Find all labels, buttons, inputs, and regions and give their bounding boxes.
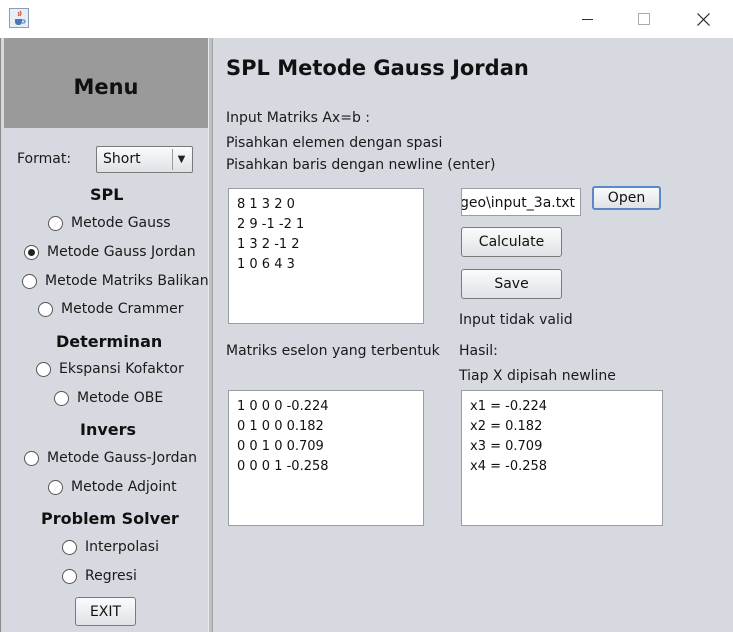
format-label: Format: (17, 151, 72, 167)
matrix-input-textarea[interactable]: 8 1 3 2 0 2 9 -1 -2 1 1 3 2 -1 2 1 0 6 4… (228, 188, 424, 324)
maximize-button[interactable] (621, 0, 667, 38)
hasil-row: x2 = 0.182 (470, 419, 543, 434)
menu-header: Menu (4, 38, 208, 128)
radio-metode-matriks-balikan[interactable]: Metode Matriks Balikan (22, 273, 209, 289)
radio-circle (62, 568, 77, 584)
radio-circle (24, 450, 39, 466)
eselon-row: 0 0 0 1 -0.258 (237, 459, 329, 474)
hasil-label: Hasil: (459, 343, 498, 359)
input-row: 8 1 3 2 0 (237, 197, 295, 212)
chevron-down-icon: ▼ (172, 149, 190, 170)
radio-label: Metode Gauss-Jordan (47, 450, 197, 466)
hasil-row: x1 = -0.224 (470, 399, 548, 414)
radio-circle (36, 361, 51, 377)
radio-label: Metode Gauss (71, 215, 171, 231)
section-determinan: Determinan (56, 332, 163, 351)
radio-label: Metode Crammer (61, 301, 184, 317)
menu-title: Menu (73, 75, 139, 99)
file-path-field[interactable]: ılgeo\input_3a.txt (461, 188, 581, 216)
radio-label: Metode Adjoint (71, 479, 177, 495)
main-panel: SPL Metode Gauss Jordan Input Matriks Ax… (213, 38, 733, 632)
radio-circle (48, 479, 63, 495)
hasil-note: Tiap X dipisah newline (459, 368, 616, 384)
radio-circle (48, 215, 63, 231)
eselon-row: 0 0 1 0 0.709 (237, 439, 324, 454)
title-bar (0, 0, 733, 38)
radio-metode-gauss-jordan[interactable]: Metode Gauss Jordan (24, 244, 196, 260)
radio-metode-adjoint[interactable]: Metode Adjoint (48, 479, 177, 495)
input-row: 1 0 6 4 3 (237, 257, 295, 272)
radio-circle-selected (24, 244, 39, 260)
input-row: 1 3 2 -1 2 (237, 237, 300, 252)
radio-invers-gauss-jordan[interactable]: Metode Gauss-Jordan (24, 450, 197, 466)
close-button[interactable] (680, 0, 726, 38)
java-cup-icon (9, 8, 29, 28)
radio-regresi[interactable]: Regresi (62, 568, 137, 584)
hasil-output-textarea[interactable]: x1 = -0.224 x2 = 0.182 x3 = 0.709 x4 = -… (461, 390, 663, 526)
format-select[interactable]: Short ▼ (96, 146, 193, 173)
status-text: Input tidak valid (459, 312, 573, 328)
calculate-button[interactable]: Calculate (461, 227, 562, 257)
exit-button[interactable]: EXIT (75, 597, 136, 626)
maximize-icon (638, 13, 650, 25)
radio-interpolasi[interactable]: Interpolasi (62, 539, 159, 555)
radio-circle (38, 301, 53, 317)
hasil-row: x3 = 0.709 (470, 439, 543, 454)
radio-label: Metode Gauss Jordan (47, 244, 196, 260)
page-title: SPL Metode Gauss Jordan (226, 56, 529, 80)
open-button[interactable]: Open (592, 186, 661, 210)
radio-label: Metode OBE (77, 390, 164, 406)
file-path-value: ılgeo\input_3a.txt (461, 195, 575, 211)
eselon-row: 1 0 0 0 -0.224 (237, 399, 329, 414)
radio-circle (54, 390, 69, 406)
radio-metode-crammer[interactable]: Metode Crammer (38, 301, 183, 317)
instruction-line: Pisahkan baris dengan newline (enter) (226, 157, 496, 173)
save-button[interactable]: Save (461, 269, 562, 299)
radio-label: Regresi (85, 568, 137, 584)
minimize-button[interactable] (564, 0, 610, 38)
eselon-output-textarea[interactable]: 1 0 0 0 -0.224 0 1 0 0 0.182 0 0 1 0 0.7… (228, 390, 424, 526)
section-problem-solver: Problem Solver (41, 509, 179, 528)
minimize-icon (581, 18, 593, 20)
instruction-line: Input Matriks Ax=b : (226, 110, 370, 126)
radio-metode-gauss[interactable]: Metode Gauss (48, 215, 171, 231)
close-icon (696, 12, 710, 26)
radio-ekspansi-kofaktor[interactable]: Ekspansi Kofaktor (36, 361, 184, 377)
section-spl: SPL (90, 185, 124, 204)
input-row: 2 9 -1 -2 1 (237, 217, 305, 232)
radio-circle (62, 539, 77, 555)
radio-label: Metode Matriks Balikan (45, 273, 209, 289)
eselon-row: 0 1 0 0 0.182 (237, 419, 324, 434)
instruction-line: Pisahkan elemen dengan spasi (226, 135, 443, 151)
format-select-value: Short (103, 151, 141, 167)
hasil-row: x4 = -0.258 (470, 459, 548, 474)
radio-circle (22, 273, 37, 289)
radio-label: Interpolasi (85, 539, 159, 555)
radio-label: Ekspansi Kofaktor (59, 361, 184, 377)
sidebar: Menu Format: Short ▼ SPL Metode Gauss Me… (1, 38, 209, 632)
section-invers: Invers (80, 420, 137, 439)
eselon-label: Matriks eselon yang terbentuk (226, 343, 440, 359)
radio-metode-obe[interactable]: Metode OBE (54, 390, 163, 406)
